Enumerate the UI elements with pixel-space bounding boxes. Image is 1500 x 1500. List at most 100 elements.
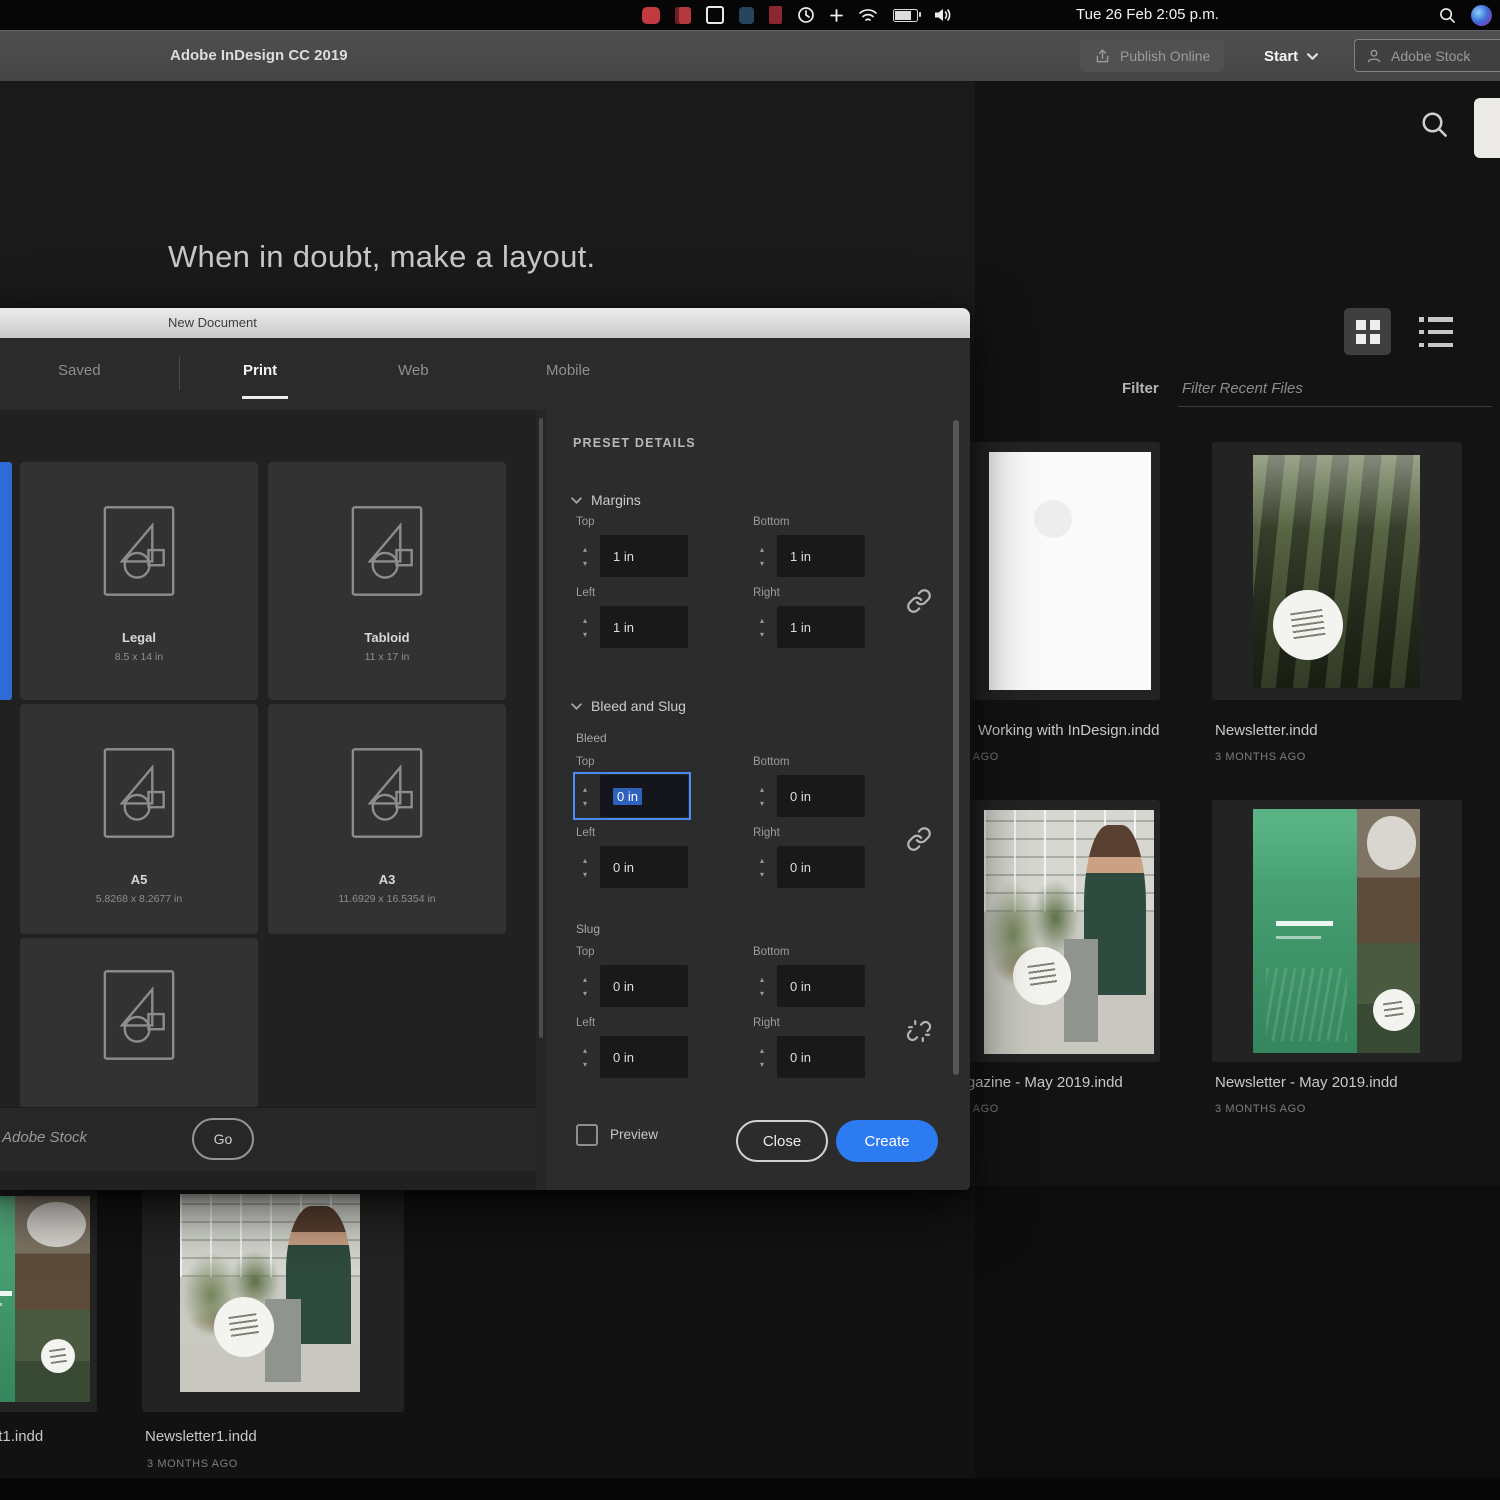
stepper-down-icon[interactable]: ▾ bbox=[583, 989, 587, 998]
filter-input[interactable]: Filter Recent Files bbox=[1182, 380, 1303, 397]
margin-bottom-input[interactable]: ▴▾ 1 in bbox=[753, 535, 865, 577]
publish-online-button[interactable]: Publish Online bbox=[1080, 40, 1224, 72]
tab-print[interactable]: Print bbox=[243, 362, 277, 379]
stepper-down-icon[interactable]: ▾ bbox=[583, 1060, 587, 1069]
preset-a3[interactable]: A3 11.6929 x 16.5354 in bbox=[268, 704, 506, 934]
wifi-icon[interactable] bbox=[858, 7, 878, 23]
recent-file-card[interactable] bbox=[142, 1186, 404, 1412]
stepper[interactable]: ▴▾ bbox=[576, 856, 594, 879]
preset-a5[interactable]: A5 5.8268 x 8.2677 in bbox=[20, 704, 258, 934]
stepper-up-icon[interactable]: ▴ bbox=[760, 616, 764, 625]
tab-mobile[interactable]: Mobile bbox=[546, 362, 590, 379]
stepper[interactable]: ▴▾ bbox=[753, 545, 771, 568]
bleed-top-input[interactable]: ▴▾ 0 in bbox=[576, 775, 688, 817]
start-workspace-button[interactable]: Start bbox=[1264, 40, 1318, 72]
menubar-app-icon-crimson[interactable] bbox=[675, 7, 691, 24]
selected-preset-edge[interactable] bbox=[0, 462, 12, 700]
menubar-app-icon-outline[interactable] bbox=[706, 6, 724, 24]
adobe-stock-templates-text[interactable]: Adobe Stock bbox=[2, 1129, 87, 1146]
file-name[interactable]: Magazine - May 2019.indd bbox=[946, 1074, 1123, 1091]
list-view-button[interactable] bbox=[1419, 317, 1453, 347]
stepper-up-icon[interactable]: ▴ bbox=[760, 1046, 764, 1055]
dialog-scrollbar[interactable] bbox=[953, 420, 959, 1075]
stepper-down-icon[interactable]: ▾ bbox=[583, 799, 587, 808]
adobe-stock-search[interactable]: Adobe Stock bbox=[1354, 39, 1500, 72]
slug-left-input[interactable]: ▴▾ 0 in bbox=[576, 1036, 688, 1078]
tab-saved[interactable]: Saved bbox=[58, 362, 101, 379]
stepper-up-icon[interactable]: ▴ bbox=[760, 785, 764, 794]
tab-web[interactable]: Web bbox=[398, 362, 429, 379]
recent-file-card[interactable] bbox=[1212, 442, 1462, 700]
slug-top-input[interactable]: ▴▾ 0 in bbox=[576, 965, 688, 1007]
clock-icon[interactable] bbox=[797, 6, 815, 24]
stepper[interactable]: ▴▾ bbox=[576, 616, 594, 639]
stepper-down-icon[interactable]: ▾ bbox=[583, 559, 587, 568]
stepper-up-icon[interactable]: ▴ bbox=[583, 1046, 587, 1055]
stepper-up-icon[interactable]: ▴ bbox=[583, 785, 587, 794]
search-icon[interactable] bbox=[1420, 110, 1450, 140]
stepper[interactable]: ▴▾ bbox=[753, 785, 771, 808]
stepper[interactable]: ▴▾ bbox=[576, 785, 594, 808]
avatar[interactable] bbox=[1474, 98, 1500, 158]
create-button[interactable]: Create bbox=[836, 1120, 938, 1162]
stepper-up-icon[interactable]: ▴ bbox=[760, 856, 764, 865]
stepper-down-icon[interactable]: ▾ bbox=[760, 630, 764, 639]
bleed-bottom-input[interactable]: ▴▾ 0 in bbox=[753, 775, 865, 817]
file-name[interactable]: Newsletter.indd bbox=[1215, 722, 1318, 739]
stepper[interactable]: ▴▾ bbox=[753, 616, 771, 639]
go-button[interactable]: Go bbox=[192, 1118, 254, 1160]
stepper[interactable]: ▴▾ bbox=[576, 975, 594, 998]
stepper[interactable]: ▴▾ bbox=[576, 1046, 594, 1069]
menubar-app-icon-darkred[interactable] bbox=[769, 6, 782, 24]
menubar-clock[interactable]: Tue 26 Feb 2:05 p.m. bbox=[1076, 0, 1219, 30]
bleed-slug-section-header[interactable]: Bleed and Slug bbox=[571, 698, 686, 714]
file-name[interactable]: Working with InDesign.indd bbox=[978, 722, 1159, 739]
menubar-app-icon-navy[interactable] bbox=[739, 7, 754, 24]
margin-right-input[interactable]: ▴▾ 1 in bbox=[753, 606, 865, 648]
slug-bottom-input[interactable]: ▴▾ 0 in bbox=[753, 965, 865, 1007]
stepper[interactable]: ▴▾ bbox=[753, 1046, 771, 1069]
preset-legal[interactable]: Legal 8.5 x 14 in bbox=[20, 462, 258, 700]
close-button[interactable]: Close bbox=[736, 1120, 828, 1162]
file-name[interactable]: Newsletter - May 2019.indd bbox=[1215, 1074, 1398, 1091]
spotlight-search-icon[interactable] bbox=[1439, 7, 1456, 24]
stepper[interactable]: ▴▾ bbox=[753, 975, 771, 998]
stepper-down-icon[interactable]: ▾ bbox=[760, 870, 764, 879]
stepper[interactable]: ▴▾ bbox=[576, 545, 594, 568]
preset-tabloid[interactable]: Tabloid 11 x 17 in bbox=[268, 462, 506, 700]
siri-icon[interactable] bbox=[1471, 5, 1492, 26]
plus-icon[interactable] bbox=[830, 9, 843, 22]
slug-broken-link-icon[interactable] bbox=[906, 1018, 932, 1044]
recent-file-card[interactable] bbox=[1212, 800, 1462, 1062]
margins-link-icon[interactable] bbox=[906, 588, 932, 614]
stepper-up-icon[interactable]: ▴ bbox=[583, 975, 587, 984]
stepper-down-icon[interactable]: ▾ bbox=[583, 870, 587, 879]
stepper-up-icon[interactable]: ▴ bbox=[583, 616, 587, 625]
bleed-link-icon[interactable] bbox=[906, 826, 932, 852]
margins-section-header[interactable]: Margins bbox=[571, 492, 641, 508]
margin-top-input[interactable]: ▴▾ 1 in bbox=[576, 535, 688, 577]
stepper[interactable]: ▴▾ bbox=[753, 856, 771, 879]
stepper-up-icon[interactable]: ▴ bbox=[583, 856, 587, 865]
stepper-down-icon[interactable]: ▾ bbox=[583, 630, 587, 639]
stepper-down-icon[interactable]: ▾ bbox=[760, 799, 764, 808]
preview-checkbox[interactable] bbox=[576, 1124, 598, 1146]
recent-file-card[interactable] bbox=[944, 442, 1160, 700]
preset-partial[interactable] bbox=[20, 938, 258, 1108]
battery-icon[interactable] bbox=[893, 9, 918, 22]
grid-view-button[interactable] bbox=[1344, 308, 1391, 355]
file-name[interactable]: Newsletter1.indd bbox=[145, 1428, 257, 1445]
margin-left-input[interactable]: ▴▾ 1 in bbox=[576, 606, 688, 648]
file-name[interactable]: Document1.indd bbox=[0, 1428, 43, 1445]
slug-right-input[interactable]: ▴▾ 0 in bbox=[753, 1036, 865, 1078]
stepper-up-icon[interactable]: ▴ bbox=[760, 545, 764, 554]
dialog-titlebar[interactable]: New Document bbox=[0, 308, 970, 339]
stepper-up-icon[interactable]: ▴ bbox=[760, 975, 764, 984]
recent-file-card[interactable] bbox=[0, 1186, 97, 1412]
volume-icon[interactable] bbox=[933, 7, 953, 23]
stepper-down-icon[interactable]: ▾ bbox=[760, 559, 764, 568]
stepper-down-icon[interactable]: ▾ bbox=[760, 989, 764, 998]
preset-pane-scrollbar[interactable] bbox=[536, 410, 546, 1190]
bleed-left-input[interactable]: ▴▾ 0 in bbox=[576, 846, 688, 888]
bleed-right-input[interactable]: ▴▾ 0 in bbox=[753, 846, 865, 888]
